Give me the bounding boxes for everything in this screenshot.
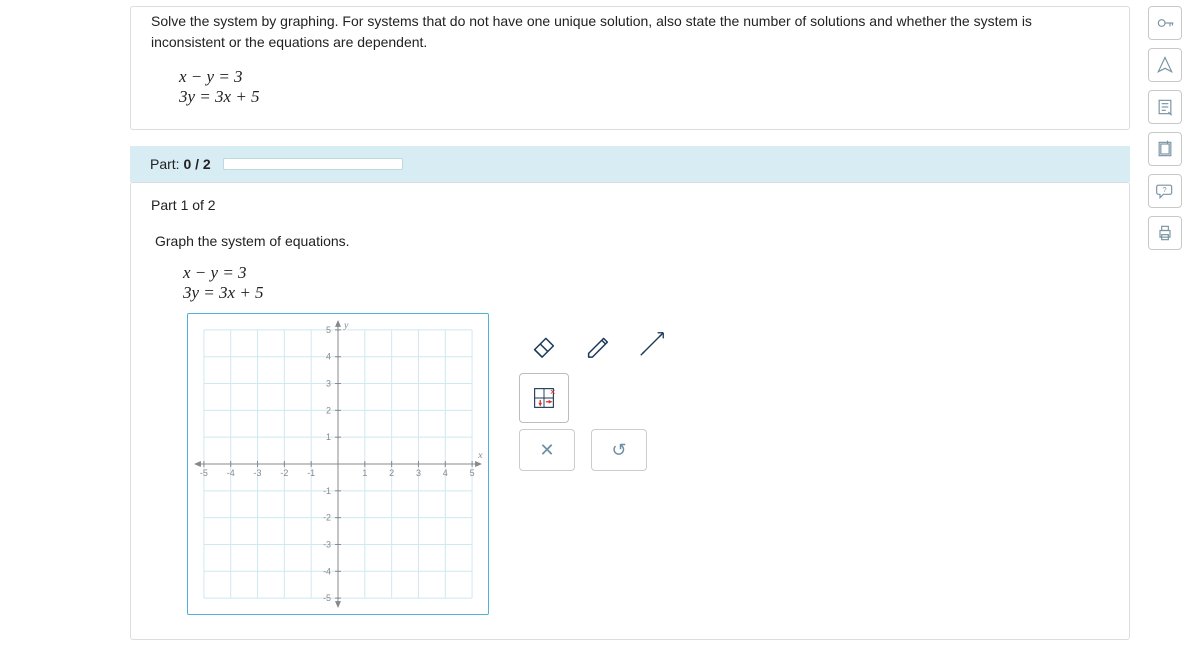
svg-text:-5: -5 — [323, 593, 331, 603]
part-1-equations: x − y = 3 3y = 3x + 5 — [183, 263, 1109, 303]
progress-bar-section: Part: 0 / 2 — [130, 146, 1130, 182]
svg-text:1: 1 — [362, 468, 367, 478]
part-1-card: Part 1 of 2 Graph the system of equation… — [130, 182, 1130, 640]
svg-text:-3: -3 — [254, 468, 262, 478]
question-card: Solve the system by graphing. For system… — [130, 6, 1130, 130]
svg-text:-3: -3 — [323, 539, 331, 549]
equation-1: x − y = 3 — [179, 67, 1109, 87]
line-tool[interactable] — [627, 319, 677, 369]
svg-text:5: 5 — [470, 468, 475, 478]
chat-icon[interactable]: ? — [1148, 174, 1182, 208]
equation-block: x − y = 3 3y = 3x + 5 — [179, 67, 1109, 107]
progress-label: Part: 0 / 2 — [150, 156, 211, 172]
svg-text:3: 3 — [326, 379, 331, 389]
book-icon[interactable] — [1148, 132, 1182, 166]
svg-text:?: ? — [1163, 185, 1167, 194]
svg-text:x: x — [477, 450, 483, 461]
equation-2: 3y = 3x + 5 — [179, 87, 1109, 107]
notes-icon[interactable] — [1148, 90, 1182, 124]
svg-text:-1: -1 — [323, 486, 331, 496]
eraser-tool[interactable] — [519, 319, 569, 369]
part-1-instruction: Graph the system of equations. — [155, 233, 1109, 249]
graph-canvas[interactable]: -5-4-3-2-112345-5-4-3-2-112345xy — [187, 313, 489, 615]
part-1-header: Part 1 of 2 — [151, 197, 1109, 213]
svg-text:2: 2 — [326, 405, 331, 415]
svg-text:-2: -2 — [280, 468, 288, 478]
right-toolbar: ? — [1148, 6, 1192, 250]
question-instructions: Solve the system by graphing. For system… — [151, 11, 1109, 53]
svg-text:-4: -4 — [323, 566, 331, 576]
svg-text:4: 4 — [443, 468, 448, 478]
svg-text:4: 4 — [326, 352, 331, 362]
undo-button[interactable]: ↺ — [591, 429, 647, 471]
pencil-tool[interactable] — [573, 319, 623, 369]
print-icon[interactable] — [1148, 216, 1182, 250]
no-solution-tool[interactable]: ✕ — [519, 373, 569, 423]
compass-icon[interactable] — [1148, 48, 1182, 82]
svg-text:1: 1 — [326, 432, 331, 442]
svg-text:-1: -1 — [307, 468, 315, 478]
tool-palette: ✕ — [519, 319, 677, 423]
clear-button[interactable]: ✕ — [519, 429, 575, 471]
svg-text:2: 2 — [389, 468, 394, 478]
part1-eq2: 3y = 3x + 5 — [183, 283, 1109, 303]
svg-text:-5: -5 — [200, 468, 208, 478]
svg-text:-4: -4 — [227, 468, 235, 478]
svg-text:y: y — [343, 320, 349, 331]
svg-text:3: 3 — [416, 468, 421, 478]
progress-track — [223, 158, 403, 170]
part1-eq1: x − y = 3 — [183, 263, 1109, 283]
svg-text:5: 5 — [326, 325, 331, 335]
svg-text:-2: -2 — [323, 513, 331, 523]
key-icon[interactable] — [1148, 6, 1182, 40]
svg-text:✕: ✕ — [550, 387, 556, 396]
